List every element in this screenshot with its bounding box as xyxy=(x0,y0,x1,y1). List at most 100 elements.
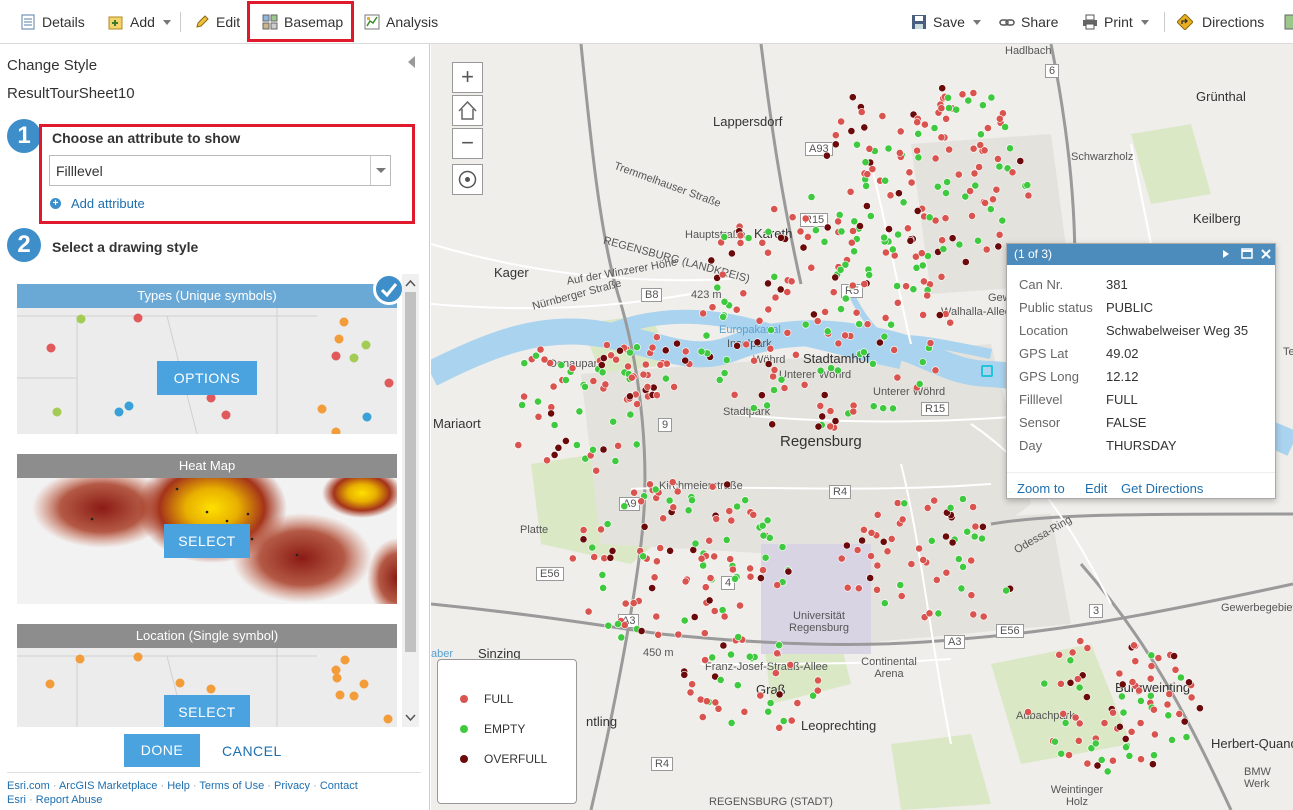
waste-bin-point[interactable] xyxy=(899,198,908,207)
waste-bin-point[interactable] xyxy=(775,723,784,732)
waste-bin-point[interactable] xyxy=(994,242,1003,251)
waste-bin-point[interactable] xyxy=(598,571,607,579)
waste-bin-point[interactable] xyxy=(946,503,955,512)
waste-bin-point[interactable] xyxy=(652,333,661,342)
waste-bin-point[interactable] xyxy=(801,214,810,223)
waste-bin-point[interactable] xyxy=(589,377,598,385)
waste-bin-point[interactable] xyxy=(626,348,634,357)
waste-bin-point[interactable] xyxy=(1154,654,1163,662)
waste-bin-point[interactable] xyxy=(920,120,929,129)
waste-bin-point[interactable] xyxy=(959,495,967,503)
waste-bin-point[interactable] xyxy=(937,272,946,281)
waste-bin-point[interactable] xyxy=(543,456,551,465)
waste-bin-point[interactable] xyxy=(734,633,743,641)
waste-bin-point[interactable] xyxy=(662,359,671,368)
waste-bin-point[interactable] xyxy=(706,574,715,582)
waste-bin-point[interactable] xyxy=(547,409,555,418)
waste-bin-point[interactable] xyxy=(893,373,902,382)
waste-bin-point[interactable] xyxy=(708,482,717,491)
waste-bin-point[interactable] xyxy=(948,234,957,243)
waste-bin-point[interactable] xyxy=(702,697,711,706)
waste-bin-point[interactable] xyxy=(974,236,982,245)
waste-bin-point[interactable] xyxy=(942,189,950,197)
waste-bin-point[interactable] xyxy=(691,539,700,548)
waste-bin-point[interactable] xyxy=(884,144,893,153)
waste-bin-point[interactable] xyxy=(1185,678,1193,687)
waste-bin-point[interactable] xyxy=(791,350,800,359)
waste-bin-point[interactable] xyxy=(867,528,876,537)
scroll-down-icon[interactable] xyxy=(402,711,419,725)
waste-bin-point[interactable] xyxy=(1171,665,1180,674)
waste-bin-point[interactable] xyxy=(890,345,899,354)
waste-bin-point[interactable] xyxy=(865,270,874,279)
map-view[interactable]: Hadlbach Grünthal Lappersdorf Schwarzhol… xyxy=(431,44,1293,810)
waste-bin-point[interactable] xyxy=(837,305,845,313)
waste-bin-point[interactable] xyxy=(902,282,910,291)
waste-bin-point[interactable] xyxy=(614,620,622,628)
waste-bin-point[interactable] xyxy=(518,401,526,409)
waste-bin-point[interactable] xyxy=(855,320,864,328)
privacy-link[interactable]: Privacy xyxy=(274,780,310,792)
print-button[interactable]: Print xyxy=(1082,0,1149,44)
waste-bin-point[interactable] xyxy=(846,187,855,196)
waste-bin-point[interactable] xyxy=(599,584,607,592)
waste-bin-point[interactable] xyxy=(995,114,1004,123)
waste-bin-point[interactable] xyxy=(848,93,857,102)
waste-bin-point[interactable] xyxy=(1146,691,1155,700)
waste-bin-point[interactable] xyxy=(532,351,540,360)
waste-bin-point[interactable] xyxy=(720,369,729,377)
waste-bin-point[interactable] xyxy=(888,245,897,254)
waste-bin-point[interactable] xyxy=(627,373,636,382)
directions-button[interactable]: Directions xyxy=(1176,0,1264,44)
waste-bin-point[interactable] xyxy=(1074,736,1083,745)
waste-bin-point[interactable] xyxy=(942,114,950,123)
waste-bin-point[interactable] xyxy=(978,534,986,543)
waste-bin-point[interactable] xyxy=(1024,708,1032,716)
waste-bin-point[interactable] xyxy=(550,450,559,459)
waste-bin-point[interactable] xyxy=(686,688,695,697)
waste-bin-point[interactable] xyxy=(718,270,727,279)
waste-bin-point[interactable] xyxy=(860,280,869,288)
terms-link[interactable]: Terms of Use xyxy=(199,780,264,792)
waste-bin-point[interactable] xyxy=(650,573,659,582)
waste-bin-point[interactable] xyxy=(727,650,735,659)
waste-bin-point[interactable] xyxy=(698,713,707,721)
waste-bin-point[interactable] xyxy=(759,531,768,540)
waste-bin-point[interactable] xyxy=(1075,683,1084,692)
waste-bin-point[interactable] xyxy=(700,629,709,638)
waste-bin-point[interactable] xyxy=(1115,722,1124,731)
waste-bin-point[interactable] xyxy=(776,285,785,294)
waste-bin-point[interactable] xyxy=(1150,751,1158,760)
waste-bin-point[interactable] xyxy=(915,379,924,388)
waste-bin-point[interactable] xyxy=(788,213,797,222)
waste-bin-point[interactable] xyxy=(964,96,973,105)
waste-bin-point[interactable] xyxy=(852,308,861,317)
waste-bin-point[interactable] xyxy=(1164,711,1173,720)
waste-bin-point[interactable] xyxy=(931,154,940,163)
waste-bin-point[interactable] xyxy=(744,234,753,242)
waste-bin-point[interactable] xyxy=(763,401,771,410)
waste-bin-point[interactable] xyxy=(656,360,665,369)
waste-bin-point[interactable] xyxy=(702,331,711,340)
waste-bin-point[interactable] xyxy=(831,273,840,282)
waste-bin-point[interactable] xyxy=(1147,651,1156,660)
waste-bin-point[interactable] xyxy=(579,526,588,534)
more-tools-icon[interactable] xyxy=(1284,0,1293,44)
waste-bin-point[interactable] xyxy=(1118,692,1126,701)
waste-bin-point[interactable] xyxy=(641,360,650,369)
waste-bin-point[interactable] xyxy=(981,198,989,207)
waste-bin-point[interactable] xyxy=(549,382,558,391)
waste-bin-point[interactable] xyxy=(739,289,748,298)
waste-bin-point[interactable] xyxy=(620,502,629,511)
waste-bin-point[interactable] xyxy=(756,574,765,582)
waste-bin-point[interactable] xyxy=(661,374,670,383)
waste-bin-point[interactable] xyxy=(957,584,966,593)
waste-bin-point[interactable] xyxy=(933,182,942,191)
waste-bin-point[interactable] xyxy=(612,355,620,364)
waste-bin-point[interactable] xyxy=(673,487,682,496)
select-location-button[interactable]: SELECT xyxy=(164,695,250,727)
waste-bin-point[interactable] xyxy=(1024,191,1033,200)
waste-bin-point[interactable] xyxy=(597,361,606,369)
style-card-heatmap[interactable]: Heat Map SELECT xyxy=(17,454,397,604)
waste-bin-point[interactable] xyxy=(913,118,922,127)
